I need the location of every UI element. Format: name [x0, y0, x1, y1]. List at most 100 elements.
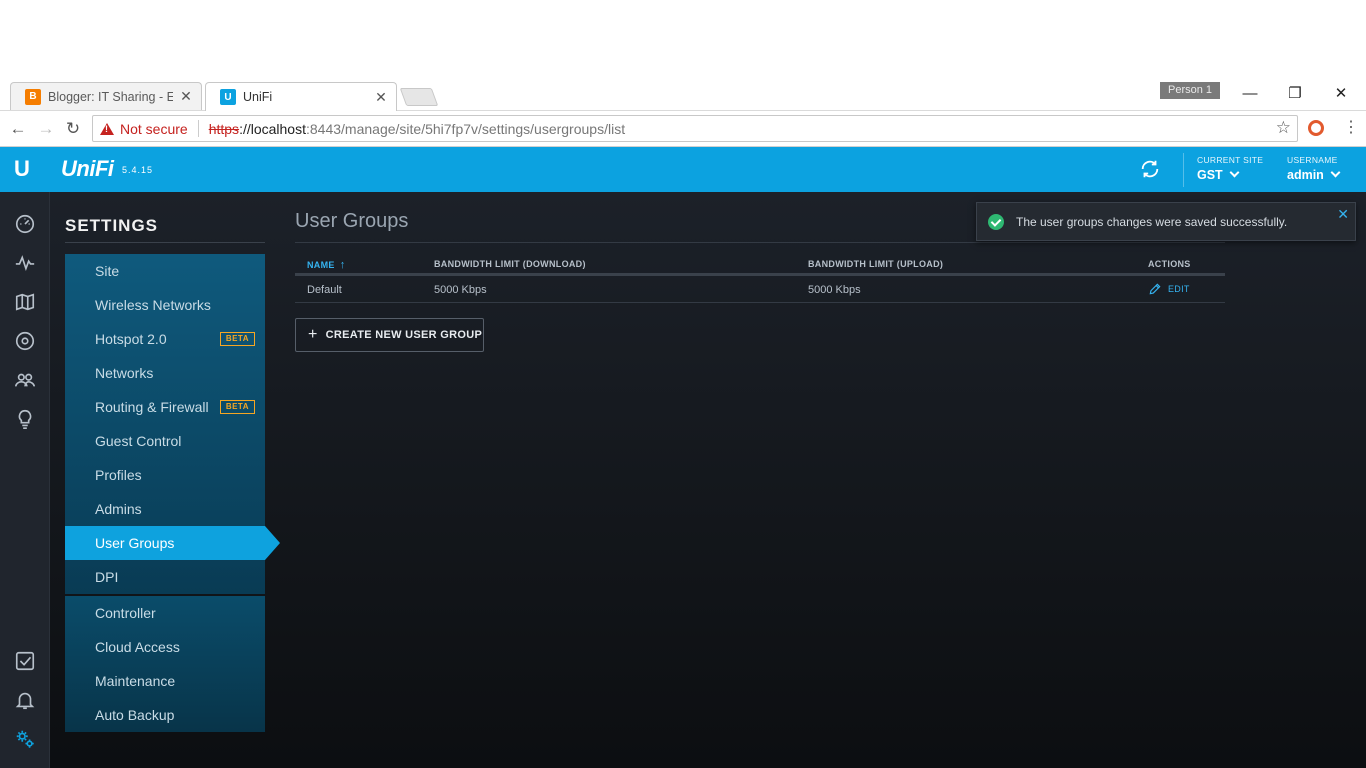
restore-icon[interactable]: ❐ — [1285, 84, 1305, 104]
nav-item-profiles[interactable]: Profiles — [65, 458, 265, 492]
ubiquiti-logo-icon[interactable]: U — [14, 158, 36, 180]
nav-item-routing-firewall[interactable]: Routing & Firewall BETA — [65, 390, 265, 424]
version-label: 5.4.15 — [122, 165, 154, 175]
user-groups-table: NAME ↑ BANDWIDTH LIMIT (DOWNLOAD) BANDWID… — [295, 254, 1225, 303]
nav-item-guest-control[interactable]: Guest Control — [65, 424, 265, 458]
current-site-label: CURRENT SITE — [1197, 155, 1264, 165]
security-status[interactable]: Not secure — [120, 121, 188, 137]
nav-item-admins[interactable]: Admins — [65, 492, 265, 526]
dashboard-icon[interactable] — [13, 212, 37, 236]
sort-ascending-icon: ↑ — [339, 259, 346, 271]
tab-blogger[interactable]: B Blogger: IT Sharing - Edit ✕ — [10, 82, 202, 110]
settings-nav-primary: Site Wireless Networks Hotspot 2.0 BETA N… — [65, 254, 265, 594]
nav-item-label: Maintenance — [95, 673, 176, 689]
cell-download: 5000 Kbps — [434, 284, 487, 296]
user-menu[interactable]: USERNAME admin — [1287, 155, 1341, 182]
new-tab-button[interactable] — [399, 88, 439, 106]
settings-nav: Site Wireless Networks Hotspot 2.0 BETA N… — [65, 254, 265, 732]
close-window-icon[interactable]: ✕ — [1331, 84, 1351, 104]
nav-item-label: Profiles — [95, 467, 142, 483]
nav-item-label: Cloud Access — [95, 639, 180, 655]
icon-rail — [0, 192, 50, 768]
settings-icon[interactable] — [13, 727, 37, 751]
nav-item-label: Admins — [95, 501, 142, 517]
back-icon[interactable]: ← — [7, 118, 29, 140]
bookmark-star-icon[interactable]: ☆ — [1276, 118, 1291, 138]
reload-icon[interactable]: ↻ — [62, 118, 84, 140]
nav-item-site[interactable]: Site — [65, 254, 265, 288]
column-header-upload[interactable]: BANDWIDTH LIMIT (UPLOAD) — [808, 259, 943, 269]
nav-item-label: Guest Control — [95, 433, 182, 449]
edit-label: EDIT — [1168, 284, 1190, 294]
chevron-down-icon — [1229, 167, 1240, 178]
nav-item-dpi[interactable]: DPI — [65, 560, 265, 594]
nav-item-wireless-networks[interactable]: Wireless Networks — [65, 288, 265, 322]
statistics-icon[interactable] — [13, 251, 37, 275]
pencil-icon — [1149, 283, 1161, 295]
tab-unifi[interactable]: U UniFi ✕ — [205, 82, 397, 111]
nav-item-user-groups[interactable]: User Groups — [65, 526, 265, 560]
page-title: User Groups — [295, 210, 409, 232]
unifi-icon: U — [220, 89, 236, 105]
plus-icon: + — [308, 326, 318, 343]
table-row: Default 5000 Kbps 5000 Kbps EDIT — [295, 276, 1225, 303]
url-path: :8443/manage/site/5hi7fp7v/settings/user… — [306, 120, 626, 137]
brand-logo: UniFi — [61, 156, 114, 181]
column-header-download[interactable]: BANDWIDTH LIMIT (DOWNLOAD) — [434, 259, 586, 269]
column-header-name[interactable]: NAME ↑ — [307, 259, 346, 271]
profile-button[interactable]: Person 1 — [1160, 82, 1220, 99]
current-site-selector[interactable]: CURRENT SITE GST — [1197, 155, 1263, 182]
alerts-icon[interactable] — [13, 688, 37, 712]
browser-titlebar: B Blogger: IT Sharing - Edit ✕ U UniFi ✕… — [0, 0, 1366, 111]
tab-close-icon[interactable]: ✕ — [374, 89, 388, 106]
forward-icon[interactable]: → — [35, 118, 57, 140]
username-label: USERNAME — [1287, 155, 1338, 165]
clients-icon[interactable] — [13, 368, 37, 392]
column-header-actions: ACTIONS — [1148, 259, 1191, 269]
nav-item-label: User Groups — [95, 535, 175, 551]
nav-item-maintenance[interactable]: Maintenance — [65, 664, 265, 698]
create-user-group-button[interactable]: + CREATE NEW USER GROUP — [295, 318, 484, 352]
minimize-icon[interactable]: — — [1240, 84, 1260, 104]
nav-item-networks[interactable]: Networks — [65, 356, 265, 390]
nav-item-auto-backup[interactable]: Auto Backup — [65, 698, 265, 732]
edit-button[interactable]: EDIT — [1148, 282, 1190, 296]
success-check-icon — [988, 213, 1004, 230]
success-toast: The user groups changes were saved succe… — [976, 202, 1356, 241]
address-bar[interactable]: Not secure https://localhost:8443/manage… — [92, 115, 1298, 142]
beta-badge: BETA — [219, 332, 255, 346]
nav-item-cloud-access[interactable]: Cloud Access — [65, 630, 265, 664]
nav-item-label: Hotspot 2.0 — [95, 331, 167, 347]
create-button-label: CREATE NEW USER GROUP — [325, 329, 483, 341]
settings-heading: SETTINGS — [65, 216, 159, 235]
tab-title: UniFi — [243, 90, 273, 104]
nav-item-controller[interactable]: Controller — [65, 596, 265, 630]
beta-badge: BETA — [219, 400, 255, 414]
insights-icon[interactable] — [13, 407, 37, 431]
tab-close-icon[interactable]: ✕ — [179, 88, 193, 105]
nav-item-hotspot[interactable]: Hotspot 2.0 BETA — [65, 322, 265, 356]
username-value: admin — [1287, 168, 1324, 182]
tab-title: Blogger: IT Sharing - Edit — [48, 89, 173, 104]
nav-item-label: Controller — [95, 605, 156, 621]
chevron-down-icon — [1330, 167, 1341, 178]
extension-icon[interactable] — [1308, 120, 1324, 136]
toast-message: The user groups changes were saved succe… — [1016, 214, 1288, 229]
cell-upload: 5000 Kbps — [808, 284, 861, 296]
browser-menu-icon[interactable]: ⋮ — [1343, 117, 1359, 137]
table-header: NAME ↑ BANDWIDTH LIMIT (DOWNLOAD) BANDWID… — [295, 254, 1225, 276]
refresh-icon[interactable] — [1139, 158, 1161, 180]
app-body: SETTINGS Site Wireless Networks Hotspot … — [0, 192, 1366, 768]
close-icon[interactable]: ✕ — [1337, 206, 1349, 223]
nav-item-label: Auto Backup — [95, 707, 175, 723]
nav-item-label: Networks — [95, 365, 154, 381]
devices-icon[interactable] — [13, 329, 37, 353]
divider — [1183, 153, 1184, 187]
map-icon[interactable] — [13, 290, 37, 314]
nav-item-label: Site — [95, 263, 120, 279]
nav-item-label: DPI — [95, 569, 119, 585]
divider — [295, 242, 1225, 243]
url-scheme: https — [208, 120, 240, 137]
events-icon[interactable] — [13, 649, 37, 673]
divider — [65, 242, 265, 243]
